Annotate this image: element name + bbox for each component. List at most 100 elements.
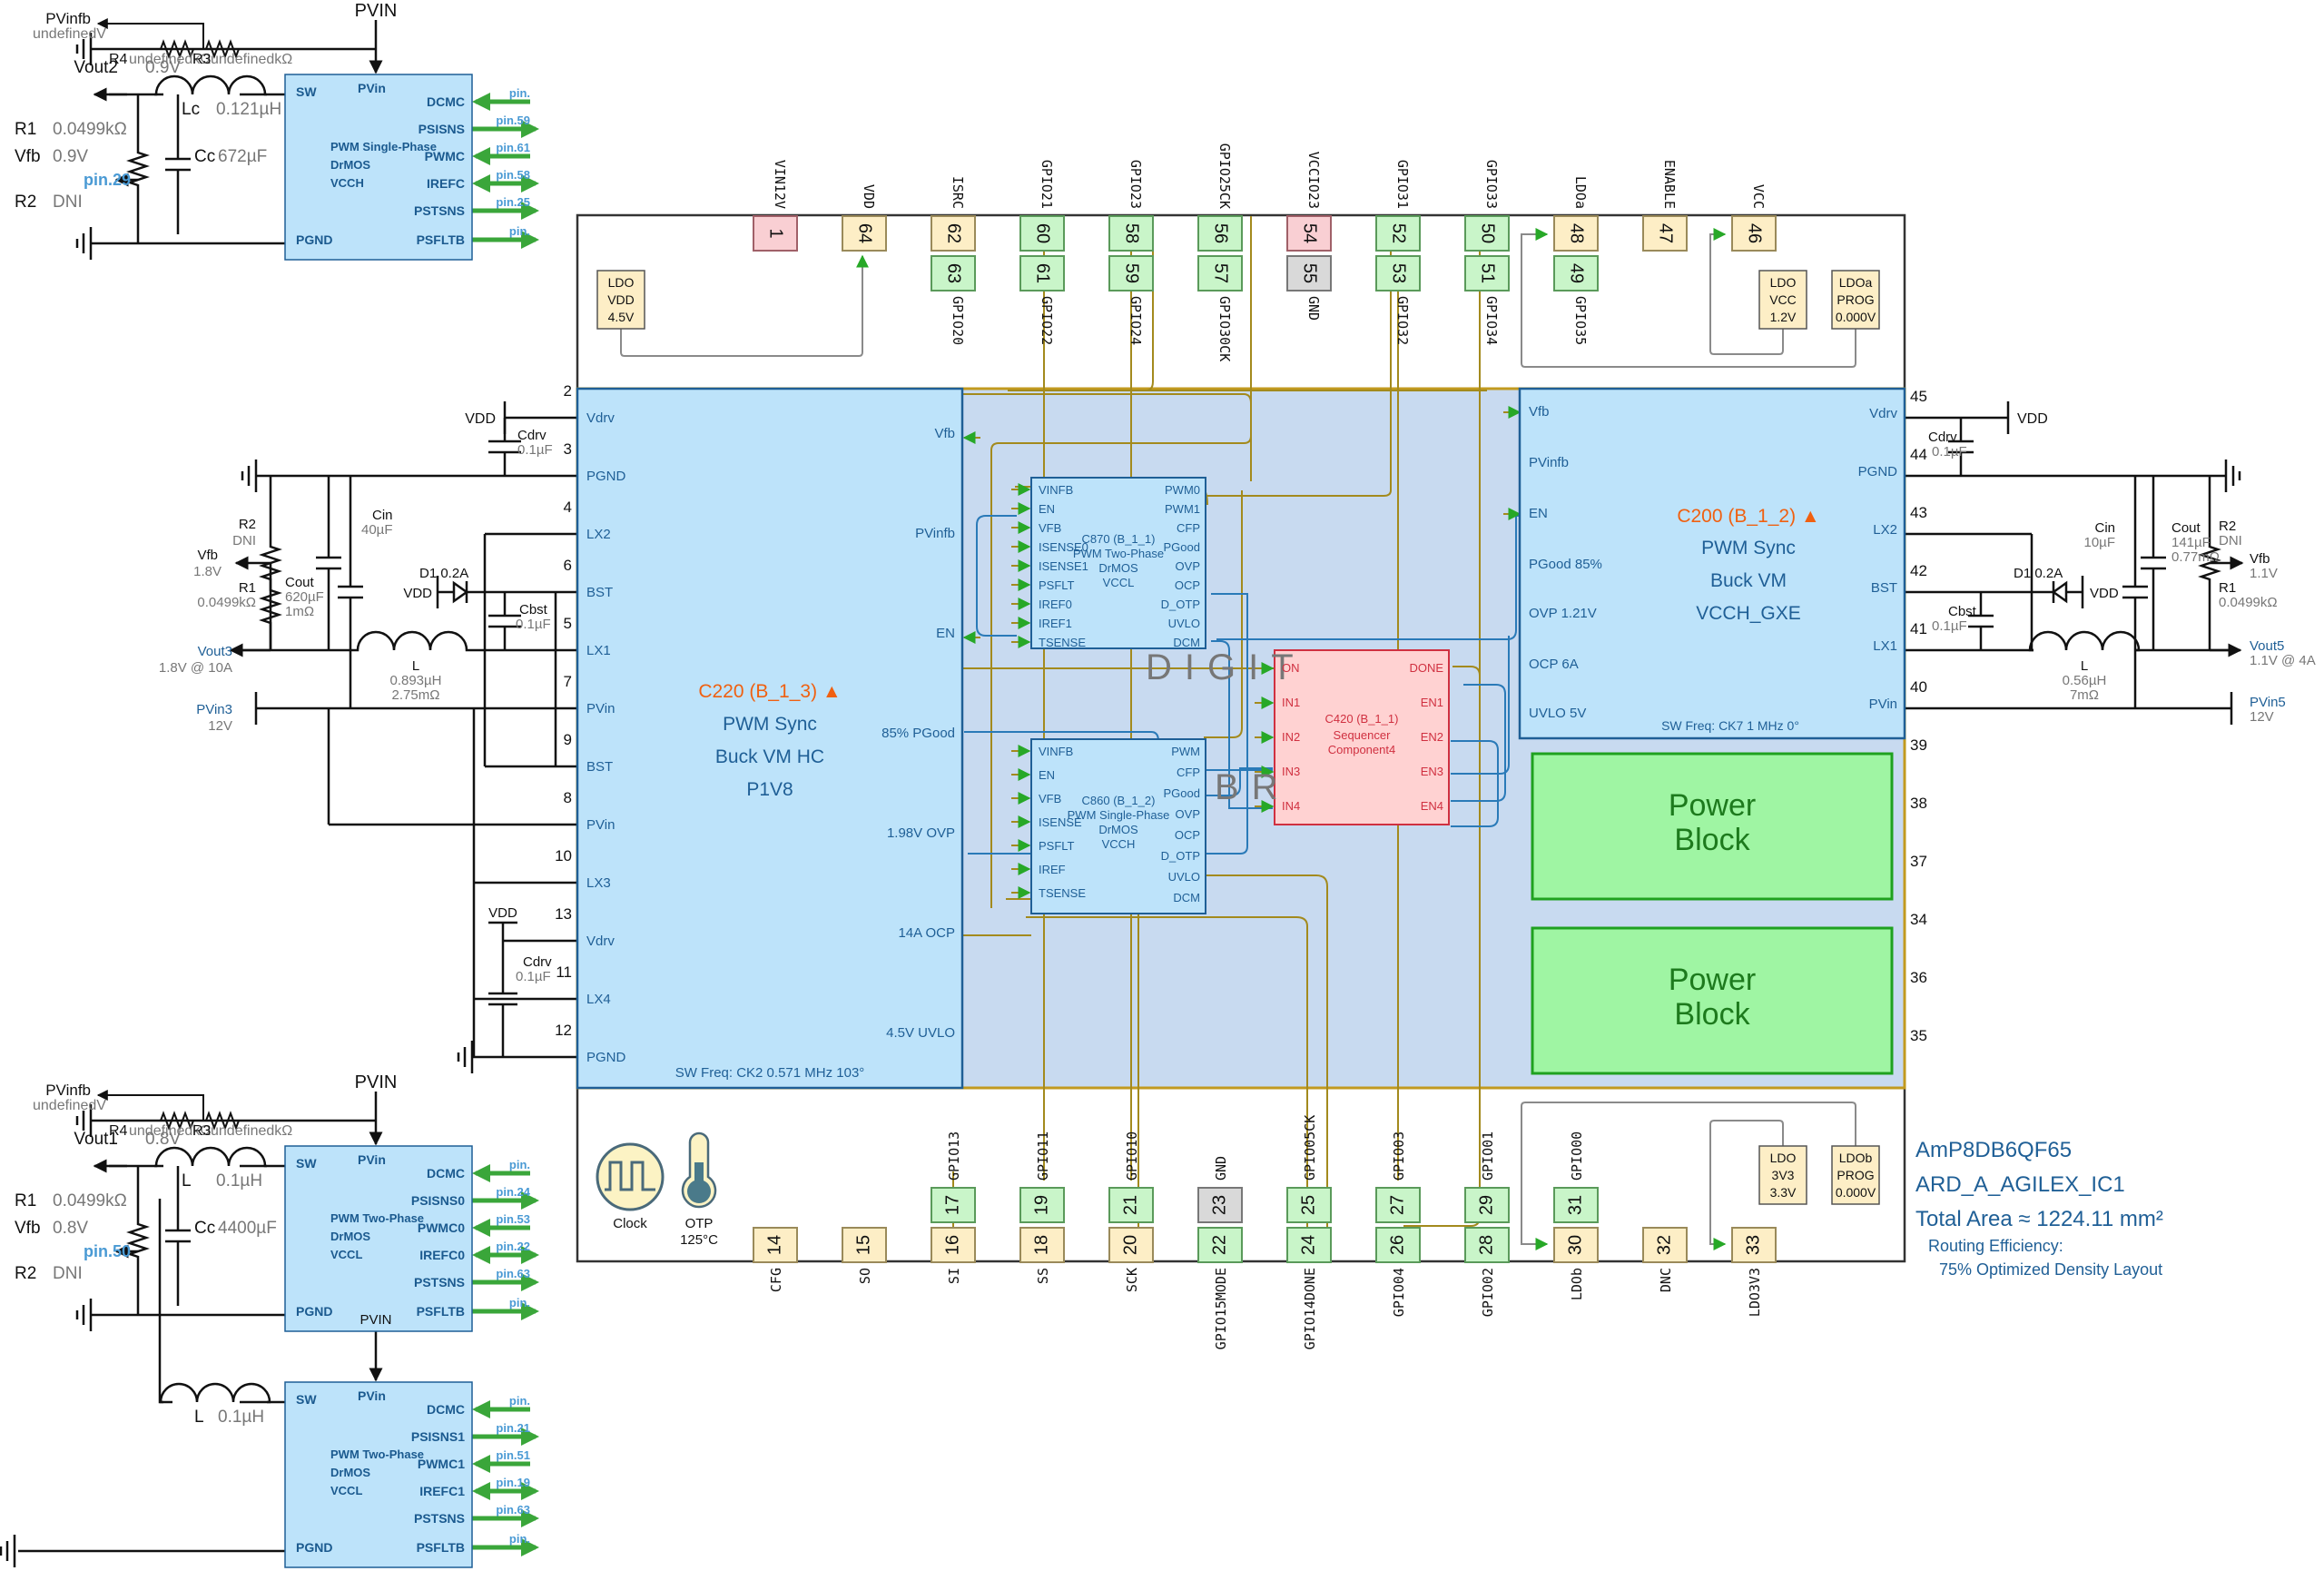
- drmos-vcch-pin-ref: pin.58: [496, 168, 530, 182]
- drmos-vccl-1-sw-wire: [158, 1199, 172, 1404]
- top-pin-58[interactable]: 58: [1108, 215, 1154, 252]
- c860-block-line: PWM Single-Phase: [1068, 808, 1170, 822]
- ldo-label: 4.5V: [608, 310, 635, 324]
- drmos-vccl-1-line: PWM Two-Phase: [330, 1447, 424, 1461]
- c870-block-pin: D_OTP: [1161, 598, 1200, 611]
- bottom-pin-22[interactable]: 22: [1197, 1227, 1243, 1263]
- c220-right-pin: 14A OCP: [898, 925, 955, 941]
- design-name: ARD_A_AGILEX_IC1: [1915, 1172, 2125, 1197]
- top-pin-60[interactable]: 60: [1019, 215, 1065, 252]
- ground-icon: [457, 1041, 474, 1073]
- ldo-label: 1.2V: [1770, 310, 1797, 324]
- c860-block-title: C860 (B_1_2): [1082, 794, 1156, 807]
- otp-temp: 125°C: [680, 1232, 718, 1248]
- drmos-vccl-1-pin-ref: pin.: [509, 1394, 530, 1408]
- bottom-pin-20[interactable]: 20: [1108, 1227, 1154, 1263]
- pin-number: 40: [1910, 678, 1927, 696]
- bottom-pin-28[interactable]: 28: [1464, 1227, 1510, 1263]
- drmos-vccl-0-pin-pgnd: PGND: [296, 1304, 332, 1319]
- top-pin-55[interactable]: 55: [1286, 255, 1332, 291]
- top-pin-52[interactable]: 52: [1375, 215, 1421, 252]
- pin-label: ISRC: [950, 176, 966, 209]
- pin-number: 41: [1910, 620, 1927, 637]
- c860-block-pin: VINFB: [1039, 745, 1073, 758]
- bottom-pin-23[interactable]: 23: [1197, 1187, 1243, 1223]
- drmos-vccl-0-out-pstsns: PSTSNS: [414, 1275, 465, 1289]
- c420-line: Component4: [1328, 743, 1395, 756]
- pin-label: GPIO24: [1128, 296, 1144, 345]
- thermo-bulb: [687, 1180, 711, 1203]
- pin-number: 26: [1387, 1235, 1407, 1255]
- drmos-vcch-pvinfb-value: undefinedV: [33, 26, 106, 42]
- bottom-pin-26[interactable]: 26: [1375, 1227, 1421, 1263]
- bottom-pin-27[interactable]: 27: [1375, 1187, 1421, 1223]
- pin-label: GPIO21: [1039, 160, 1055, 209]
- top-pin-61[interactable]: 61: [1019, 255, 1065, 291]
- top-pin-1[interactable]: 1: [753, 215, 798, 252]
- bottom-pin-32[interactable]: 32: [1642, 1227, 1688, 1263]
- cdrv-value: 0.1µF: [516, 969, 551, 984]
- bottom-pin-15[interactable]: 15: [842, 1227, 887, 1263]
- top-pin-53[interactable]: 53: [1375, 255, 1421, 291]
- pin-number: 30: [1565, 1235, 1585, 1255]
- pin-number: 6: [564, 557, 572, 574]
- c420-pin-en4: EN4: [1421, 799, 1443, 813]
- drmos-vccl-1-inductor-icon: [159, 1382, 271, 1404]
- top-pin-59[interactable]: 59: [1108, 255, 1154, 291]
- drmos-vccl-0-inductor-icon: [154, 1146, 267, 1168]
- bottom-pin-14[interactable]: 14: [753, 1227, 798, 1263]
- c860-block-pin: TSENSE: [1039, 886, 1086, 900]
- diode-icon: [2051, 580, 2068, 604]
- ldo-label: PROG: [1837, 292, 1874, 307]
- bottom-pin-29[interactable]: 29: [1464, 1187, 1510, 1223]
- top-pin-50[interactable]: 50: [1464, 215, 1510, 252]
- pin-label: SO: [857, 1268, 873, 1284]
- top-pin-51[interactable]: 51: [1464, 255, 1510, 291]
- bottom-pin-25[interactable]: 25: [1286, 1187, 1332, 1223]
- ldo-label: LDO: [1770, 275, 1797, 290]
- drmos-vccl-0-out-pwmc0: PWMC0: [418, 1220, 465, 1235]
- ldo-label: 3V3: [1772, 1168, 1795, 1182]
- c860-block-pin: VFB: [1039, 792, 1061, 805]
- top-pin-63[interactable]: 63: [931, 255, 976, 291]
- top-pin-62[interactable]: 62: [931, 215, 976, 252]
- pin-number: 11: [556, 963, 572, 981]
- drmos-vcch-cap-label: Cc: [194, 147, 215, 166]
- c420-pin-done: DONE: [1409, 661, 1443, 675]
- top-pin-57[interactable]: 57: [1197, 255, 1243, 291]
- bottom-pin-18[interactable]: 18: [1019, 1227, 1065, 1263]
- routing-efficiency-value: 75% Optimized Density Layout: [1939, 1260, 2162, 1279]
- r2-value: DNI: [2219, 533, 2242, 548]
- pin-number: 43: [1910, 504, 1927, 521]
- vfb-label: Vfb: [2250, 551, 2270, 567]
- bottom-pin-24[interactable]: 24: [1286, 1227, 1332, 1263]
- c860-block-pin: OVP: [1176, 807, 1200, 821]
- pin-number: 17: [942, 1195, 962, 1215]
- top-pin-56[interactable]: 56: [1197, 215, 1243, 252]
- bottom-pin-21[interactable]: 21: [1108, 1187, 1154, 1223]
- c200-freq: SW Freq: CK7 1 MHz 0°: [1661, 718, 1799, 733]
- bottom-pin-16[interactable]: 16: [931, 1227, 976, 1263]
- drmos-vccl-1-pin-ref: pin.63: [496, 1503, 530, 1517]
- top-pin-46[interactable]: 46: [1731, 215, 1777, 252]
- bottom-pin-33[interactable]: 33: [1731, 1227, 1777, 1263]
- c870-block-line: PWM Two-Phase: [1073, 547, 1164, 560]
- top-pin-48[interactable]: 48: [1553, 215, 1599, 252]
- c200-right-pin-pgnd: PGND: [1858, 464, 1898, 479]
- c420-title: C420 (B_1_1): [1325, 712, 1399, 726]
- bottom-pin-17[interactable]: 17: [931, 1187, 976, 1223]
- pin-number: 45: [1910, 388, 1927, 405]
- bottom-pin-31[interactable]: 31: [1553, 1187, 1599, 1223]
- top-pin-54[interactable]: 54: [1286, 215, 1332, 252]
- top-pin-47[interactable]: 47: [1642, 215, 1688, 252]
- inductor-dcr: 2.75mΩ: [392, 687, 440, 703]
- drmos-vccl-1-line: VCCL: [330, 1484, 362, 1497]
- top-pin-64[interactable]: 64: [842, 215, 887, 252]
- c870-block-pin: PGood: [1164, 540, 1200, 554]
- drmos-vccl-0-pin-ref: pin.50: [84, 1242, 131, 1260]
- top-pin-49[interactable]: 49: [1553, 255, 1599, 291]
- bottom-pin-19[interactable]: 19: [1019, 1187, 1065, 1223]
- ldo-label: VCC: [1769, 292, 1797, 307]
- cin-value: 10µF: [2084, 535, 2116, 550]
- bottom-pin-30[interactable]: 30: [1553, 1227, 1599, 1263]
